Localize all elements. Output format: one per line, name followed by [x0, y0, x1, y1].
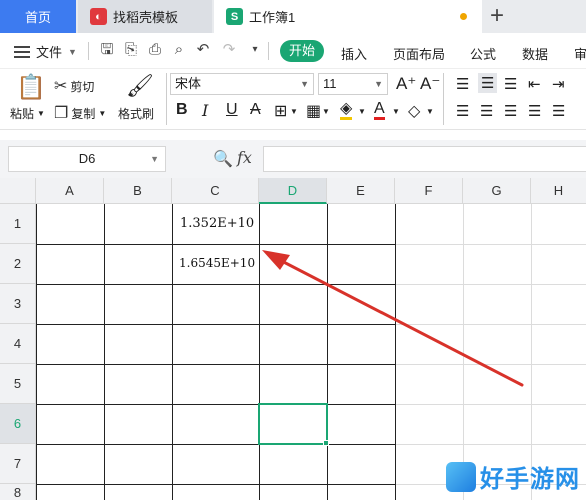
- divider: [443, 73, 444, 125]
- font-color-button[interactable]: A: [374, 101, 385, 120]
- paste-label: 粘贴: [10, 107, 35, 121]
- cut-label: 剪切: [70, 79, 95, 94]
- align-bottom-icon[interactable]: ☰: [504, 75, 517, 93]
- indent-decrease-icon[interactable]: ⇤: [528, 75, 541, 93]
- underline-button[interactable]: U: [226, 101, 238, 119]
- menu-bar: 文件 ▼ 🖫 ⎘ ⎙ ⌕ ↶ ↷ ▾ 开始 插入 页面布局 公式 数据 审: [0, 33, 586, 69]
- indent-increase-icon[interactable]: ⇥: [552, 75, 565, 93]
- tab-home-label: 首页: [24, 10, 51, 25]
- divider: [166, 73, 167, 125]
- chevron-down-icon: ▼: [37, 109, 45, 118]
- copy-button[interactable]: ❐ 复制 ▼: [54, 103, 106, 123]
- tab-docer-label: 找稻壳模板: [113, 10, 179, 25]
- tab-review[interactable]: 审: [574, 44, 586, 63]
- tab-workbook-label: 工作簿1: [249, 10, 296, 25]
- align-right-icon[interactable]: ☰: [504, 102, 517, 120]
- formula-bar: D6 ▼ 🔍 fx: [0, 140, 586, 178]
- border-icon[interactable]: ⊞: [274, 101, 287, 121]
- chevron-down-icon[interactable]: ▼: [322, 107, 330, 116]
- file-menu-button[interactable]: 文件 ▼: [14, 42, 77, 61]
- chevron-down-icon[interactable]: ▼: [392, 107, 400, 116]
- font-size-value: 11: [323, 76, 337, 91]
- align-top-icon[interactable]: ☰: [456, 75, 469, 93]
- tab-home[interactable]: 首页: [0, 0, 76, 33]
- watermark-icon: [446, 461, 476, 492]
- divider: [88, 42, 89, 60]
- docer-icon: ◐: [90, 8, 107, 25]
- hamburger-icon: [14, 45, 30, 58]
- annotation-arrow: [262, 250, 524, 387]
- spreadsheet-grid[interactable]: A B C D E F G H 1 2 3 4 5 6 7 8 1.352E+1…: [0, 178, 586, 500]
- tab-workbook[interactable]: S 工作簿1: [214, 0, 482, 33]
- file-menu-label: 文件: [36, 45, 63, 60]
- tab-start[interactable]: 开始: [280, 40, 324, 62]
- export-pdf-icon[interactable]: ⎘: [122, 41, 140, 59]
- print-icon[interactable]: ⎙: [146, 41, 164, 59]
- tab-insert[interactable]: 插入: [341, 44, 367, 63]
- chevron-down-icon: ▼: [374, 79, 383, 89]
- justify-icon[interactable]: ☰: [528, 102, 541, 120]
- watermark-logo: 好手游网: [446, 459, 580, 494]
- tab-docer-templates[interactable]: ◐ 找稻壳模板: [78, 0, 212, 33]
- clear-format-icon[interactable]: ◇: [408, 101, 420, 121]
- format-painter-icon[interactable]: 🖌: [126, 73, 154, 99]
- chevron-down-icon[interactable]: ▼: [290, 107, 298, 116]
- new-tab-button[interactable]: +: [490, 2, 504, 30]
- quick-access-dropdown-icon[interactable]: ▾: [246, 41, 264, 59]
- fill-color-icon[interactable]: ◈: [340, 101, 353, 120]
- cut-button[interactable]: ✂ 剪切: [54, 76, 94, 96]
- shrink-font-button[interactable]: A⁻: [420, 74, 440, 94]
- undo-icon[interactable]: ↶: [194, 41, 212, 59]
- align-middle-icon[interactable]: ☰: [478, 73, 498, 93]
- copy-icon: ❐: [54, 105, 69, 122]
- strikethrough-button[interactable]: A: [250, 101, 261, 119]
- align-center-icon[interactable]: ☰: [480, 102, 493, 120]
- tab-page-layout[interactable]: 页面布局: [393, 44, 445, 63]
- format-painter-label: 格式刷: [118, 107, 155, 121]
- ribbon-home: 📋 粘贴 ▼ ✂ 剪切 ❐ 复制 ▼ 🖌 格式刷 宋体 ▼ 11 ▼ A⁺ A⁻…: [0, 69, 586, 130]
- watermark-text: 好手游网: [480, 466, 580, 493]
- formula-input[interactable]: [263, 146, 586, 172]
- paste-icon[interactable]: 📋: [16, 73, 46, 102]
- paste-button[interactable]: 粘贴 ▼: [10, 105, 45, 122]
- tab-bar: 首页 ◐ 找稻壳模板 S 工作簿1 +: [0, 0, 586, 33]
- insert-function-button[interactable]: fx: [237, 148, 252, 167]
- chevron-down-icon: ▼: [300, 79, 309, 89]
- grow-font-button[interactable]: A⁺: [396, 74, 416, 94]
- chevron-down-icon[interactable]: ▼: [426, 107, 434, 116]
- redo-icon[interactable]: ↷: [220, 41, 238, 59]
- chevron-down-icon: ▼: [68, 46, 77, 57]
- print-preview-icon[interactable]: ⌕: [170, 41, 188, 59]
- cell-reference: D6: [78, 151, 96, 166]
- fill-pattern-icon[interactable]: ▦: [306, 101, 321, 121]
- save-icon[interactable]: 🖫: [98, 41, 116, 59]
- font-name-select[interactable]: 宋体 ▼: [170, 73, 314, 95]
- divider: [268, 42, 269, 60]
- format-painter-button[interactable]: 格式刷: [118, 105, 154, 122]
- unsaved-dot-icon: [460, 13, 467, 20]
- copy-label: 复制: [71, 106, 96, 121]
- tab-data[interactable]: 数据: [522, 44, 548, 63]
- spreadsheet-icon: S: [226, 8, 243, 25]
- bold-button[interactable]: B: [176, 101, 188, 119]
- align-left-icon[interactable]: ☰: [456, 102, 469, 120]
- scissors-icon: ✂: [54, 78, 68, 95]
- tab-formulas[interactable]: 公式: [470, 44, 496, 63]
- font-size-select[interactable]: 11 ▼: [318, 73, 388, 95]
- zoom-search-icon[interactable]: 🔍: [213, 149, 233, 169]
- distribute-icon[interactable]: ☰: [552, 102, 565, 120]
- chevron-down-icon: ▼: [150, 154, 159, 164]
- italic-button[interactable]: I: [202, 101, 208, 120]
- font-name-value: 宋体: [175, 76, 202, 91]
- name-box[interactable]: D6 ▼: [8, 146, 166, 172]
- chevron-down-icon[interactable]: ▼: [358, 107, 366, 116]
- chevron-down-icon: ▼: [98, 108, 107, 118]
